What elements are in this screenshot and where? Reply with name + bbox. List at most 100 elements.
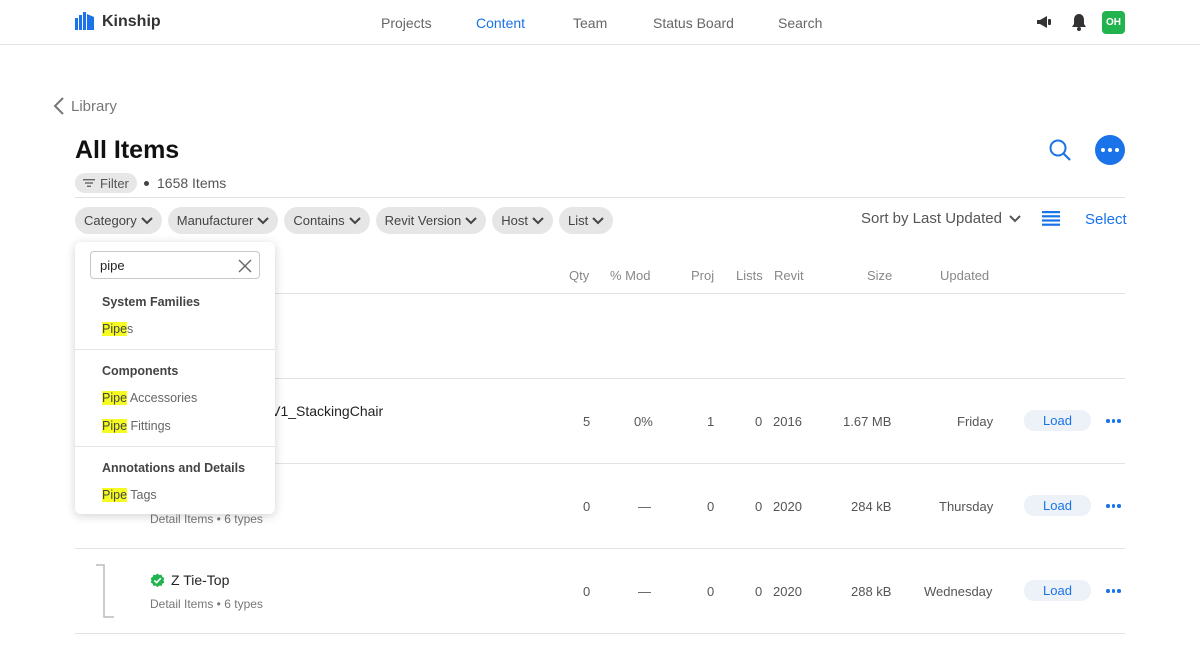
row-divider: [75, 548, 1125, 549]
list-view-icon[interactable]: [1042, 211, 1060, 226]
column-header-size[interactable]: Size: [867, 268, 892, 283]
chevron-down-icon: [1009, 214, 1021, 222]
column-header-updated[interactable]: Updated: [940, 268, 989, 283]
category-search-input[interactable]: [100, 258, 230, 273]
row-divider: [75, 633, 1125, 634]
chip-category[interactable]: Category: [75, 207, 162, 234]
match-highlight: Pipe: [102, 322, 128, 336]
verified-check-icon: [150, 573, 165, 588]
cell-qty: 5: [583, 414, 591, 429]
kinship-logo-icon: [75, 12, 94, 30]
row-more-button[interactable]: [1106, 504, 1121, 508]
header-divider: [75, 197, 1125, 198]
clear-icon[interactable]: [237, 258, 253, 274]
cell-size: 1.67 MB: [843, 414, 892, 429]
group-system-families: System Families: [102, 295, 200, 309]
megaphone-icon[interactable]: [1035, 13, 1053, 31]
option-rest: Accessories: [127, 391, 198, 405]
item-count: 1658 Items: [157, 175, 227, 191]
cell-size: 284 kB: [851, 499, 892, 514]
cell-lists: 0: [755, 499, 763, 514]
category-search-box: [90, 251, 260, 279]
chip-contains[interactable]: Contains: [284, 207, 370, 234]
chevron-down-icon: [532, 216, 544, 224]
column-header-proj[interactable]: Proj: [691, 268, 714, 283]
cell-mod: —: [638, 584, 651, 599]
breadcrumb-back-library[interactable]: Library: [53, 97, 117, 115]
cell-proj: 0: [707, 584, 715, 599]
chip-label: Contains: [293, 213, 345, 228]
match-highlight: Pipe: [102, 391, 128, 405]
select-button[interactable]: Select: [1085, 211, 1127, 228]
item-name[interactable]: Z Tie-Top: [171, 572, 229, 588]
nav-status-board[interactable]: Status Board: [653, 15, 734, 31]
breadcrumb-label: Library: [71, 97, 117, 115]
chip-label: Manufacturer: [176, 213, 254, 228]
column-header-qty[interactable]: Qty: [569, 268, 589, 283]
category-dropdown: System Families Pipes Components Pipe Ac…: [75, 242, 275, 514]
nav-projects[interactable]: Projects: [381, 15, 432, 31]
app-logo[interactable]: Kinship: [75, 12, 161, 32]
option-pipe-tags[interactable]: Pipe Tags: [102, 488, 157, 502]
filter-button[interactable]: Filter: [75, 173, 137, 193]
more-dot: [1101, 148, 1105, 152]
chevron-left-icon: [53, 97, 64, 115]
cell-revit: 2016: [773, 414, 802, 429]
option-rest: s: [127, 322, 134, 336]
chip-manufacturer[interactable]: Manufacturer: [167, 207, 279, 234]
option-pipe-accessories[interactable]: Pipe Accessories: [102, 391, 197, 405]
row-more-button[interactable]: [1106, 419, 1121, 423]
group-divider: [75, 446, 275, 447]
chip-label: Host: [501, 213, 528, 228]
load-button[interactable]: Load: [1024, 410, 1091, 431]
chip-list[interactable]: List: [558, 207, 614, 234]
chip-label: List: [567, 213, 589, 228]
more-actions-button[interactable]: [1095, 135, 1125, 165]
option-rest: Fittings: [127, 419, 171, 433]
user-avatar[interactable]: OH: [1102, 11, 1125, 34]
cell-proj: 0: [707, 499, 715, 514]
group-components: Components: [102, 364, 179, 378]
row-more-button[interactable]: [1106, 589, 1121, 593]
item-subtitle: Detail Items • 6 types: [150, 597, 263, 611]
column-header-lists[interactable]: Lists: [736, 268, 763, 283]
load-button[interactable]: Load: [1024, 495, 1091, 516]
chevron-down-icon: [465, 216, 477, 224]
cell-revit: 2020: [773, 584, 802, 599]
more-dot: [1108, 148, 1112, 152]
group-annotations-details: Annotations and Details: [102, 461, 246, 475]
nav-search[interactable]: Search: [778, 15, 822, 31]
chip-revit-version[interactable]: Revit Version: [375, 207, 487, 234]
option-pipes[interactable]: Pipes: [102, 322, 133, 336]
cell-revit: 2020: [773, 499, 802, 514]
separator-dot: [144, 181, 149, 186]
nav-team[interactable]: Team: [573, 15, 607, 31]
cell-mod: 0%: [634, 414, 653, 429]
top-navigation-bar: Kinship Projects Content Team Status Boa…: [0, 0, 1200, 45]
column-header-revit[interactable]: Revit: [774, 268, 804, 283]
filter-label: Filter: [100, 175, 129, 191]
match-highlight: Pipe: [102, 419, 128, 433]
bell-icon[interactable]: [1071, 13, 1087, 31]
cell-proj: 1: [707, 414, 715, 429]
page-title: All Items: [75, 136, 180, 164]
cell-updated: Friday: [957, 414, 994, 429]
item-name[interactable]: HV1_StackingChair: [261, 403, 383, 419]
column-header-mod[interactable]: % Mod: [610, 268, 650, 283]
search-icon[interactable]: [1048, 138, 1072, 162]
load-button[interactable]: Load: [1024, 580, 1091, 601]
cell-lists: 0: [755, 584, 763, 599]
cell-qty: 0: [583, 584, 591, 599]
cell-qty: 0: [583, 499, 591, 514]
nav-content[interactable]: Content: [476, 15, 525, 31]
filter-chips: Category Manufacturer Contains Revit Ver…: [75, 207, 614, 234]
chevron-down-icon: [348, 216, 361, 224]
chip-host[interactable]: Host: [492, 207, 553, 234]
group-divider: [75, 349, 275, 350]
sort-dropdown[interactable]: Sort by Last Updated: [861, 210, 1021, 227]
option-pipe-fittings[interactable]: Pipe Fittings: [102, 419, 171, 433]
more-dot: [1115, 148, 1119, 152]
cell-lists: 0: [755, 414, 763, 429]
chevron-down-icon: [257, 216, 270, 224]
chip-label: Category: [84, 213, 137, 228]
